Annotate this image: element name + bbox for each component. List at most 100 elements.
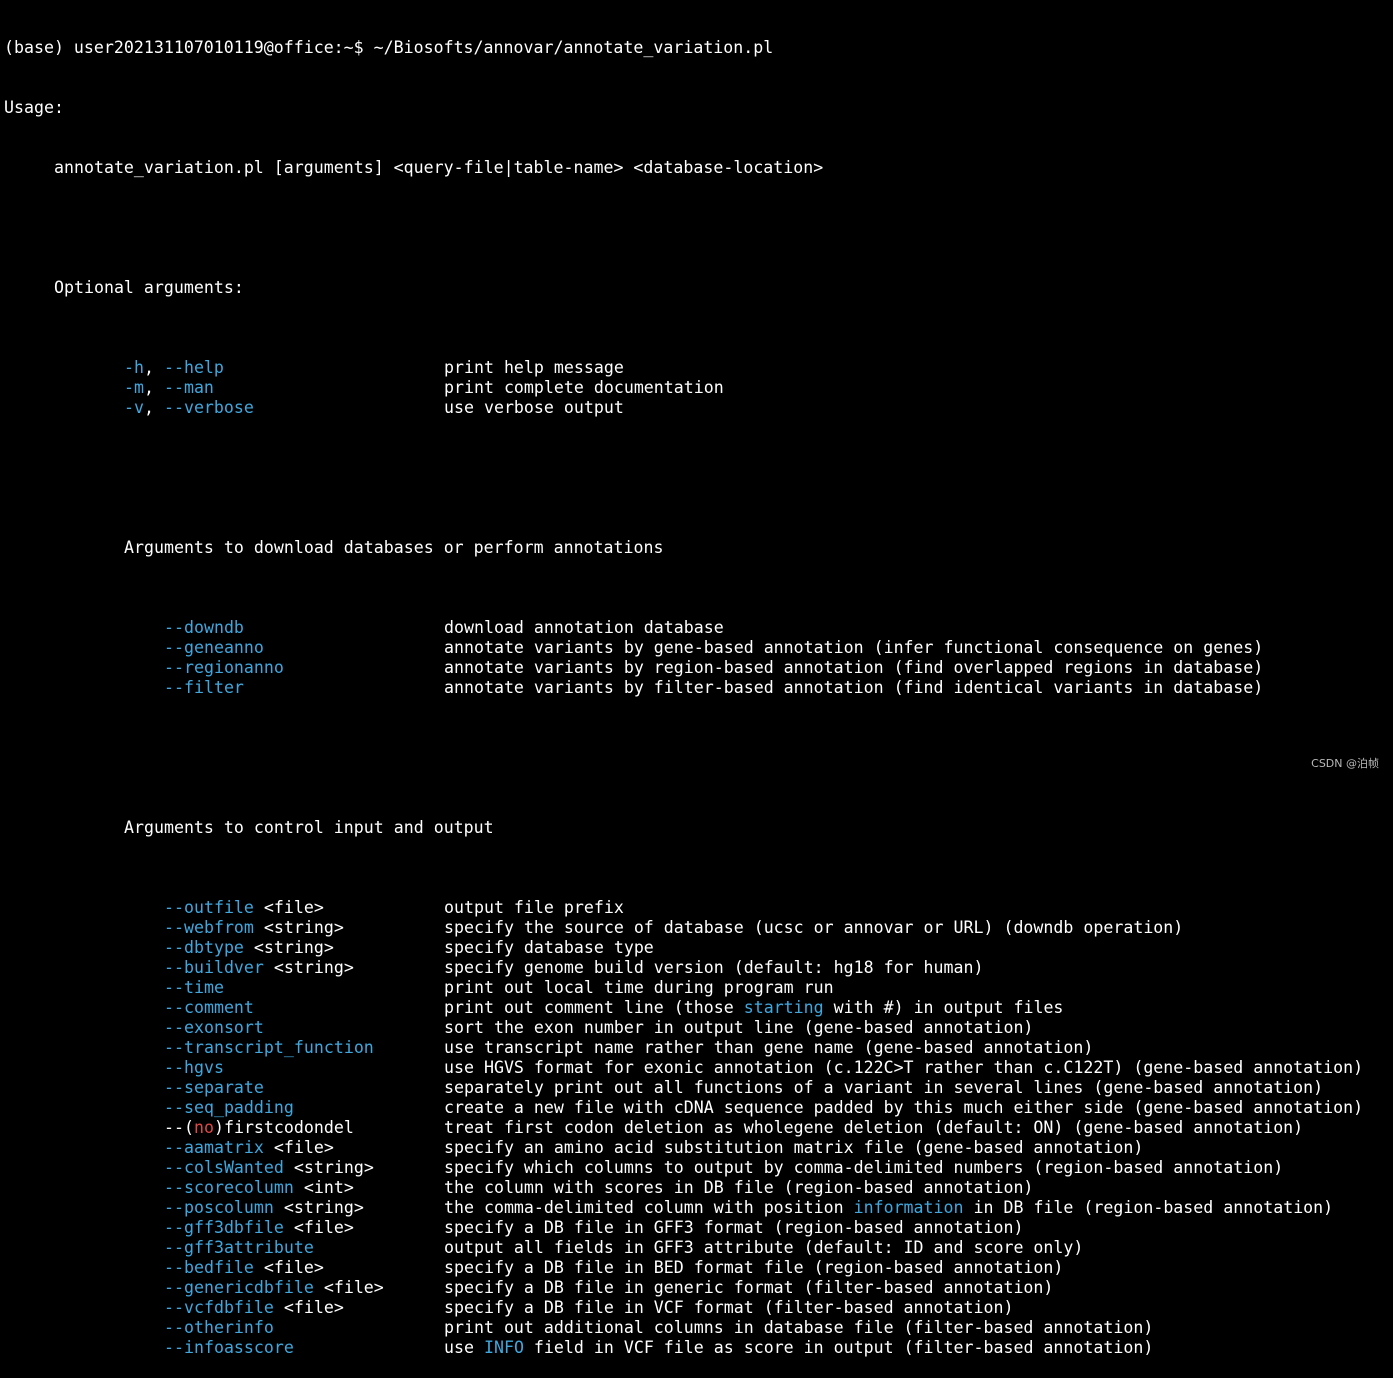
option-row: --hgvs use HGVS format for exonic annotat…	[4, 1058, 1393, 1078]
option-description: use INFO field in VCF file as score in o…	[444, 1338, 1153, 1358]
download-header: Arguments to download databases or perfo…	[4, 538, 1393, 558]
option-row: --dbtype <string> specify database type	[4, 938, 1393, 958]
option-row: --webfrom <string> specify the source of …	[4, 918, 1393, 938]
description-text: print out comment line (those	[444, 998, 744, 1017]
option-row: --exonsort sort the exon number in output…	[4, 1018, 1393, 1038]
option-long-flag: --genericdbfile	[164, 1278, 314, 1297]
description-text: specify a DB file in VCF format (filter-…	[444, 1298, 1014, 1317]
description-text: print complete documentation	[444, 378, 724, 397]
option-flag: --bedfile <file>	[164, 1258, 324, 1278]
option-description: print out local time during program run	[444, 978, 834, 998]
option-flag: --colsWanted <string>	[164, 1158, 374, 1178]
option-short-flag: -h	[124, 358, 144, 377]
control-header: Arguments to control input and output	[4, 818, 1393, 838]
option-row: -h, --help print help message	[4, 358, 1393, 378]
description-text: create a new file with cDNA sequence pad…	[444, 1098, 1364, 1117]
option-arg: <string>	[263, 958, 354, 977]
option-long-flag: --time	[164, 978, 224, 997]
option-arg: <file>	[283, 1218, 354, 1237]
option-long-flag: --downdb	[164, 618, 244, 637]
option-flag: --otherinfo	[164, 1318, 274, 1338]
option-row: --filter annotate variants by filter-base…	[4, 678, 1393, 698]
option-flag: -h, --help	[124, 358, 224, 378]
option-arg: <string>	[243, 938, 334, 957]
description-text: use HGVS format for exonic annotation (c…	[444, 1058, 1364, 1077]
option-row: --(no)firstcodondel treat first codon del…	[4, 1118, 1393, 1138]
description-text: the column with scores in DB file (regio…	[444, 1178, 1034, 1197]
option-suffix: )firstcodondel	[213, 1118, 354, 1137]
description-text: specify genome build version (default: h…	[444, 958, 984, 977]
basic-options-list: -h, --help print help message -m, --man pri…	[4, 358, 1393, 418]
description-text: sort the exon number in output line (gen…	[444, 1018, 1034, 1037]
option-description: specify an amino acid substitution matri…	[444, 1138, 1143, 1158]
option-description: sort the exon number in output line (gen…	[444, 1018, 1033, 1038]
option-long-flag: --separate	[164, 1078, 264, 1097]
option-row: --time print out local time during progra…	[4, 978, 1393, 998]
option-long-flag: --verbose	[163, 398, 254, 417]
option-separator: ,	[143, 398, 164, 417]
option-description: output all fields in GFF3 attribute (def…	[444, 1238, 1083, 1258]
option-flag: --downdb	[164, 618, 244, 638]
option-description: use HGVS format for exonic annotation (c…	[444, 1058, 1363, 1078]
option-long-flag: --infoasscore	[164, 1338, 294, 1357]
download-header-text: Arguments to download databases or perfo…	[124, 538, 664, 557]
option-description: the column with scores in DB file (regio…	[444, 1178, 1033, 1198]
description-text: use	[444, 1338, 484, 1357]
option-flag: --geneanno	[164, 638, 264, 658]
optional-header-text: Optional arguments:	[54, 278, 244, 297]
option-description: specify the source of database (ucsc or …	[444, 918, 1183, 938]
terminal-window[interactable]: (base) user202131107010119@office:~$ ~/B…	[4, 0, 1393, 1357]
option-no-token: no	[193, 1118, 214, 1137]
description-text: separately print out all functions of a …	[444, 1078, 1324, 1097]
option-description: specify genome build version (default: h…	[444, 958, 983, 978]
option-long-flag: --man	[163, 378, 214, 397]
option-long-flag: --colsWanted	[164, 1158, 284, 1177]
option-long-flag: --buildver	[164, 958, 264, 977]
option-description: specify a DB file in BED format file (re…	[444, 1258, 1063, 1278]
option-flag: --gff3attribute	[164, 1238, 314, 1258]
option-flag: --vcfdbfile <file>	[164, 1298, 344, 1318]
option-arg: <file>	[273, 1298, 344, 1317]
description-text: output all fields in GFF3 attribute (def…	[444, 1238, 1084, 1257]
option-flag: --exonsort	[164, 1018, 264, 1038]
option-description: print out additional columns in database…	[444, 1318, 1153, 1338]
option-long-flag: --poscolumn	[164, 1198, 274, 1217]
description-text: specify database type	[444, 938, 654, 957]
description-text: print out local time during program run	[444, 978, 834, 997]
option-row: -m, --man print complete documentation	[4, 378, 1393, 398]
optional-header: Optional arguments:	[4, 278, 1393, 298]
option-long-flag: --exonsort	[164, 1018, 264, 1037]
option-description: use verbose output	[444, 398, 624, 418]
option-row: --outfile <file> output file prefix	[4, 898, 1393, 918]
description-highlight: starting	[743, 998, 824, 1017]
option-description: annotate variants by gene-based annotati…	[444, 638, 1263, 658]
option-row: --transcript_function use transcript name…	[4, 1038, 1393, 1058]
option-flag: --dbtype <string>	[164, 938, 334, 958]
option-flag: --scorecolumn <int>	[164, 1178, 354, 1198]
option-long-flag: --comment	[164, 998, 254, 1017]
option-long-flag: --geneanno	[164, 638, 264, 657]
description-text: print help message	[444, 358, 624, 377]
option-row: --poscolumn <string> the comma-delimited …	[4, 1198, 1393, 1218]
usage-label: Usage:	[4, 98, 64, 117]
option-flag: --genericdbfile <file>	[164, 1278, 384, 1298]
option-description: specify a DB file in GFF3 format (region…	[444, 1218, 1023, 1238]
option-flag: --(no)firstcodondel	[164, 1118, 354, 1138]
option-description: download annotation database	[444, 618, 724, 638]
option-row: -v, --verbose use verbose output	[4, 398, 1393, 418]
option-long-flag: --bedfile	[164, 1258, 254, 1277]
description-text: field in VCF file as score in output (fi…	[523, 1338, 1154, 1357]
option-separator: ,	[143, 378, 164, 397]
option-long-flag: --transcript_function	[164, 1038, 374, 1057]
option-long-flag: --hgvs	[164, 1058, 224, 1077]
option-description: the comma-delimited column with position…	[444, 1198, 1333, 1218]
option-flag: --webfrom <string>	[164, 918, 344, 938]
option-long-flag: --gff3attribute	[164, 1238, 314, 1257]
description-text: use transcript name rather than gene nam…	[444, 1038, 1094, 1057]
option-row: --gff3dbfile <file> specify a DB file in …	[4, 1218, 1393, 1238]
option-arg: <file>	[263, 1138, 334, 1157]
option-long-flag: --aamatrix	[164, 1138, 264, 1157]
option-description: annotate variants by region-based annota…	[444, 658, 1263, 678]
